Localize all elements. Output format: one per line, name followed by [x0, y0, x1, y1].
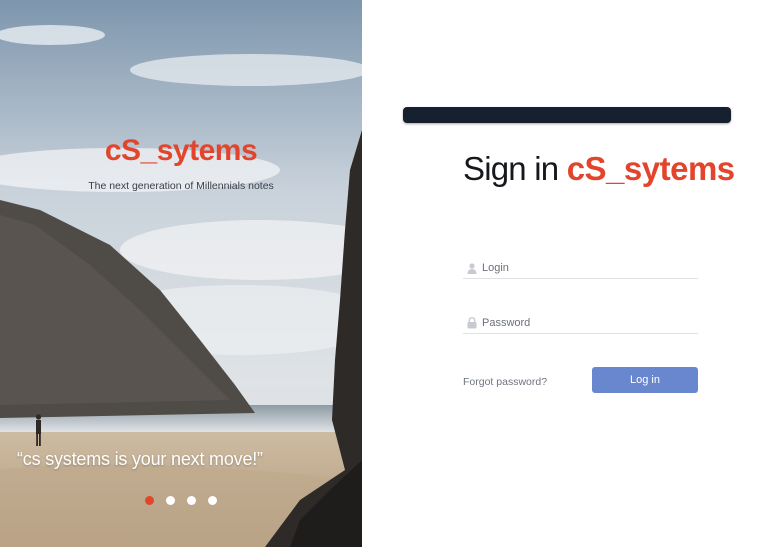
top-bar: [403, 107, 731, 123]
login-field: [463, 258, 698, 279]
carousel-dot[interactable]: [208, 496, 217, 505]
login-button[interactable]: Log in: [592, 367, 698, 393]
user-icon: [466, 262, 478, 275]
title-prefix: Sign in: [463, 150, 559, 187]
hero-tagline: The next generation of Millennials notes: [88, 180, 274, 192]
password-input[interactable]: [482, 317, 698, 329]
carousel-dot[interactable]: [166, 496, 175, 505]
password-field: [463, 313, 698, 334]
forgot-password-link[interactable]: Forgot password?: [463, 376, 547, 388]
carousel-dot[interactable]: [187, 496, 196, 505]
hero-panel: cS_sytems The next generation of Millenn…: [0, 0, 362, 547]
hero-quote: “cs systems is your next move!”: [17, 449, 263, 469]
title-brand: cS_sytems: [566, 150, 735, 187]
hero-brand-logo: cS_sytems: [104, 134, 258, 167]
lock-icon: [466, 317, 478, 330]
carousel-dot[interactable]: [145, 496, 154, 505]
carousel-indicators: [145, 496, 217, 505]
login-input[interactable]: [482, 262, 698, 274]
page-title: Sign in cS_sytems: [403, 150, 769, 188]
